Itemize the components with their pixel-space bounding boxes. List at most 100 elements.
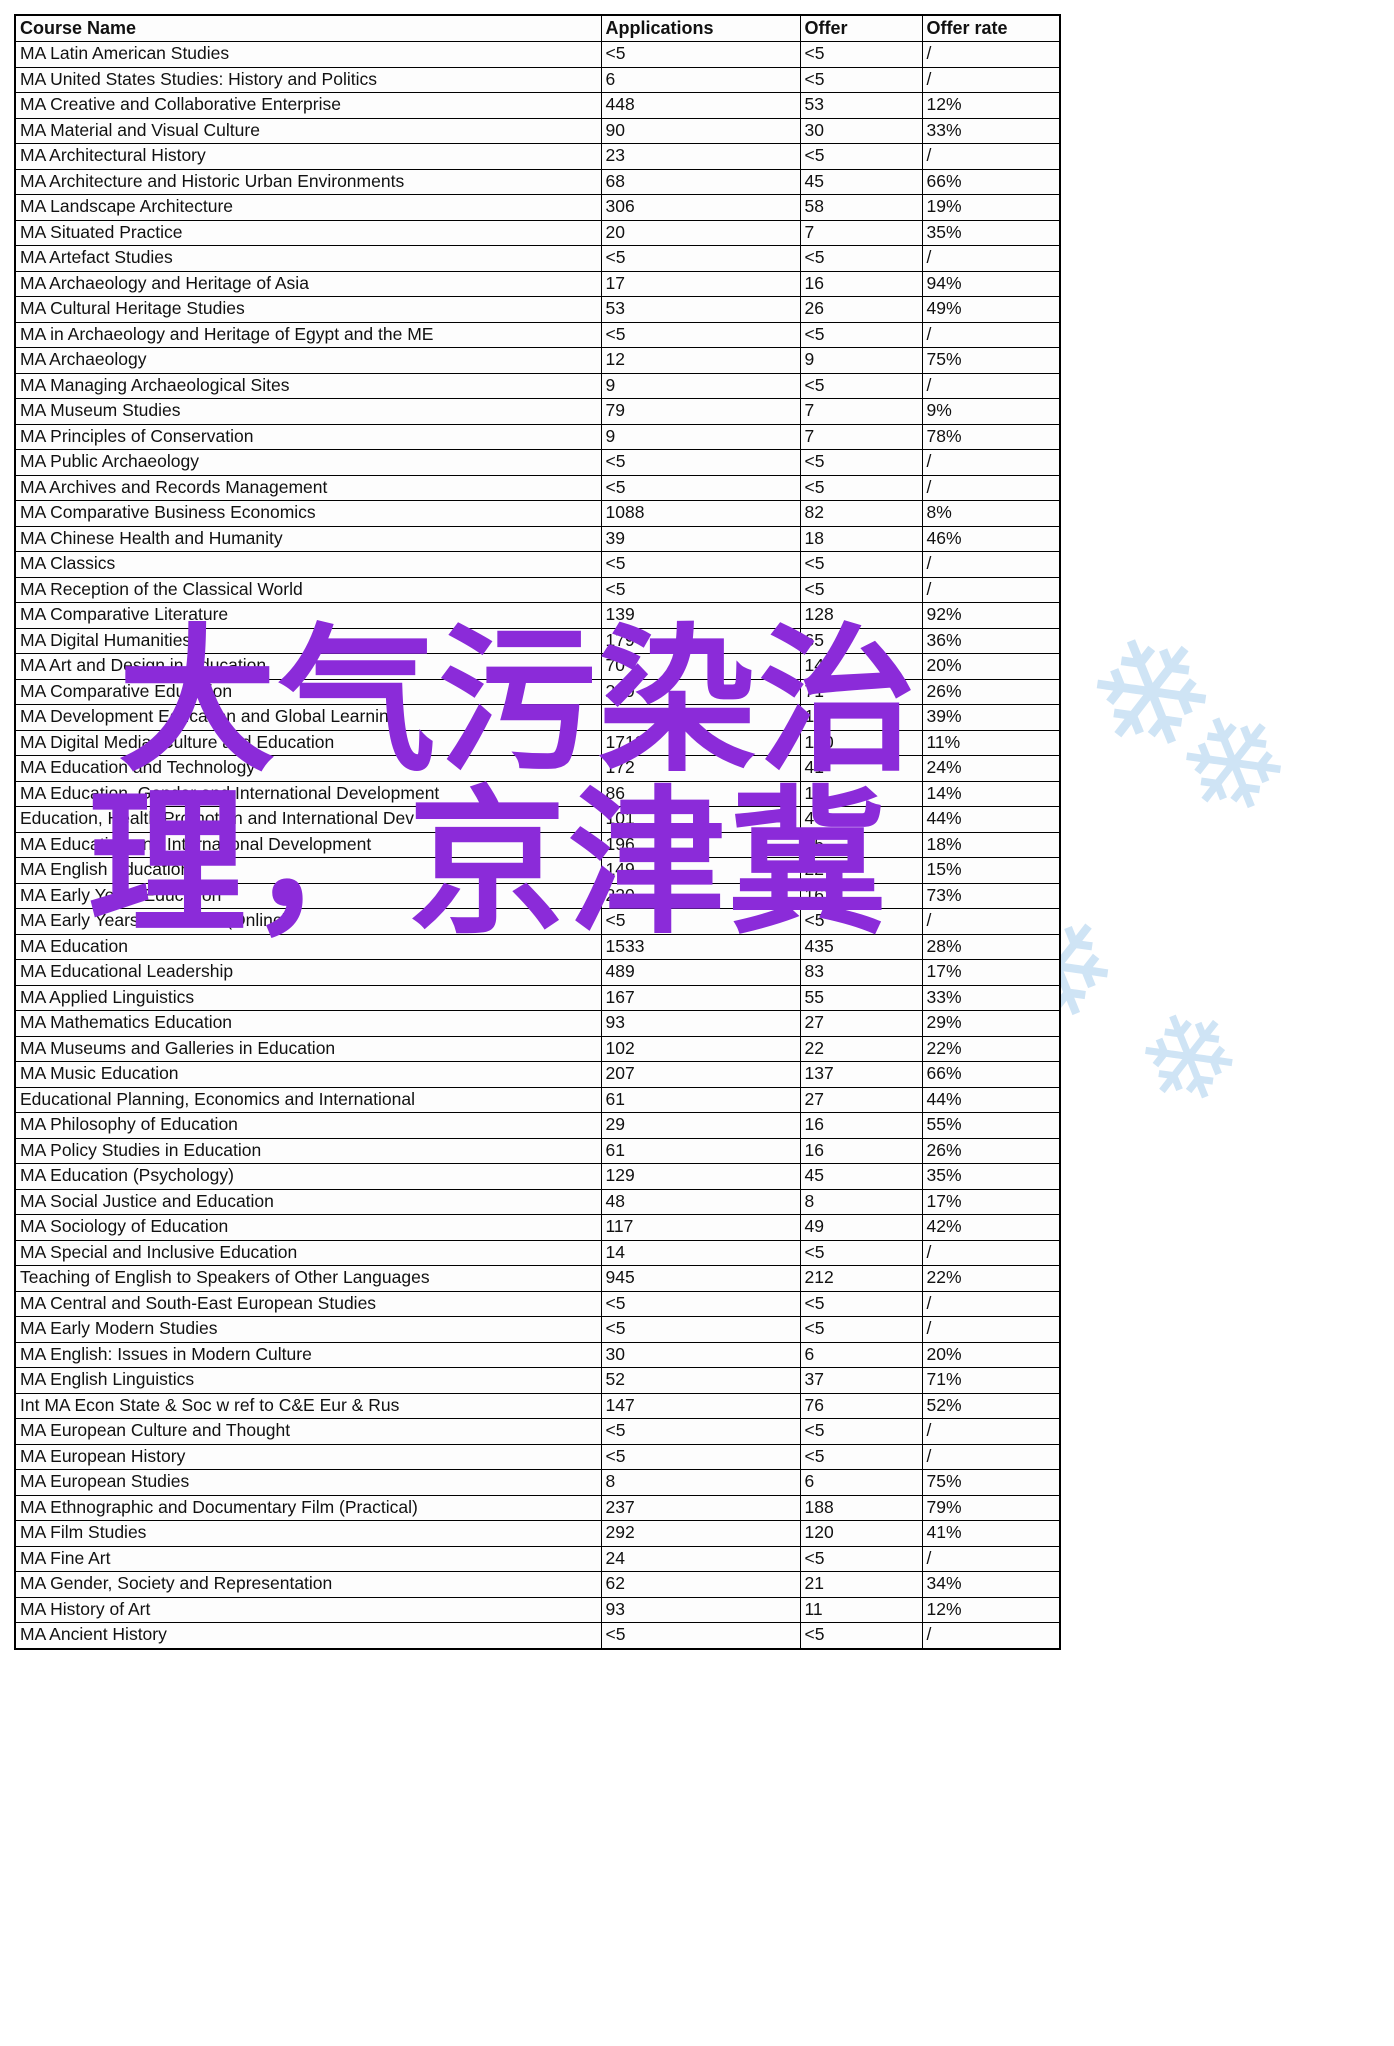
course-name-cell: MA Creative and Collaborative Enterprise — [14, 92, 602, 119]
applications-cell: 489 — [600, 959, 801, 986]
table-row: MA Special and Inclusive Education 14 <5/ — [14, 1239, 1061, 1266]
table-body: MA Latin American Studies <5 <5/MA United … — [14, 41, 1061, 1650]
table-row: MA Comparative Literature 139 128 92% — [14, 602, 1061, 629]
offer-rate-cell: 36% — [921, 627, 1061, 654]
table-row: MA History of Art 93 11 12% — [14, 1596, 1061, 1623]
table-row: MA English Linguistics 52 37 71% — [14, 1367, 1061, 1394]
table-row: MA Chinese Health and Humanity 39 18 46% — [14, 525, 1061, 552]
course-name-cell: MA Chinese Health and Humanity — [14, 525, 602, 552]
table-row: MA Reception of the Classical World <5 <5/ — [14, 576, 1061, 603]
offer-rate-cell: 78% — [921, 423, 1061, 450]
offer-cell: 35 — [799, 831, 923, 858]
applications-cell: 1712 — [600, 729, 801, 756]
course-name-cell: MA Architectural History — [14, 143, 602, 170]
offer-cell: <5 — [799, 1418, 923, 1445]
offer-rate-cell: / — [921, 1545, 1061, 1572]
column-header-applications: Applications — [600, 14, 801, 42]
offer-cell: 128 — [799, 602, 923, 629]
offer-rate-cell: / — [921, 143, 1061, 170]
course-name-cell: MA English Linguistics — [14, 1367, 602, 1394]
offer-cell: 161 — [799, 882, 923, 909]
course-name-cell: MA Early Years Education — [14, 882, 602, 909]
table-row: MA United States Studies: History and Po… — [14, 66, 1061, 93]
offer-rate-cell: / — [921, 576, 1061, 603]
applications-cell: 20 — [600, 219, 801, 246]
offer-cell: 37 — [799, 1367, 923, 1394]
offer-cell: <5 — [799, 1443, 923, 1470]
applications-cell: 62 — [600, 1571, 801, 1598]
course-name-cell: MA Gender, Society and Representation — [14, 1571, 602, 1598]
course-name-cell: MA Music Education — [14, 1061, 602, 1088]
applications-cell: 149 — [600, 857, 801, 884]
table-row: Education, Health Promotion and Internat… — [14, 806, 1061, 833]
offer-cell: <5 — [799, 321, 923, 348]
applications-cell: <5 — [600, 1418, 801, 1445]
course-name-cell: MA Education and Technology — [14, 755, 602, 782]
course-name-cell: MA Digital Humanities — [14, 627, 602, 654]
table-row: Int MA Econ State & Soc w ref to C&E Eur… — [14, 1392, 1061, 1419]
offer-cell: 9 — [799, 347, 923, 374]
table-row: MA Cultural Heritage Studies 53 26 49% — [14, 296, 1061, 323]
table-row: MA Education (Psychology) 129 45 35% — [14, 1163, 1061, 1190]
offer-rate-cell: 12% — [921, 1596, 1061, 1623]
offer-rate-cell: / — [921, 1290, 1061, 1317]
offer-rate-cell: 20% — [921, 653, 1061, 680]
applications-cell: 101 — [600, 806, 801, 833]
offer-cell: <5 — [799, 41, 923, 68]
table-row: MA Public Archaeology <5 <5/ — [14, 449, 1061, 476]
course-name-cell: MA Education — [14, 933, 602, 960]
offer-rate-cell: 39% — [921, 704, 1061, 731]
offer-cell: 53 — [799, 92, 923, 119]
table-row: MA Architectural History 23 <5/ — [14, 143, 1061, 170]
offer-cell: <5 — [799, 143, 923, 170]
table-row: MA Digital Media, Culture and Education 1… — [14, 729, 1061, 756]
table-row: MA Applied Linguistics 167 55 33% — [14, 984, 1061, 1011]
course-name-cell: MA Archives and Records Management — [14, 474, 602, 501]
offer-cell: 137 — [799, 1061, 923, 1088]
offer-rate-cell: / — [921, 551, 1061, 578]
offer-cell: 7 — [799, 423, 923, 450]
offer-rate-cell: / — [921, 1418, 1061, 1445]
table-row: MA Ancient History <5 <5/ — [14, 1622, 1061, 1650]
offer-cell: 58 — [799, 194, 923, 221]
table-row: MA Philosophy of Education 29 16 55% — [14, 1112, 1061, 1139]
applications-cell: <5 — [600, 245, 801, 272]
offer-cell: <5 — [799, 576, 923, 603]
course-name-cell: MA Policy Studies in Education — [14, 1137, 602, 1164]
offer-rate-cell: 26% — [921, 678, 1061, 705]
applications-cell: 9 — [600, 372, 801, 399]
document-page: ❄ ❄ ❄ ❄ ❄ ❄ ❄ ❄ ❄ ❄ Course Name Applicat… — [0, 0, 1394, 2046]
table-row: MA Central and South-East European Studi… — [14, 1290, 1061, 1317]
table-row: MA Social Justice and Education 48 8 17% — [14, 1188, 1061, 1215]
offer-cell: <5 — [799, 474, 923, 501]
offer-rate-cell: 42% — [921, 1214, 1061, 1241]
offer-cell: 30 — [799, 117, 923, 144]
course-name-cell: MA Educational Leadership — [14, 959, 602, 986]
course-name-cell: MA Early Modern Studies — [14, 1316, 602, 1343]
table-row: MA Music Education 207 137 66% — [14, 1061, 1061, 1088]
course-name-cell: MA Reception of the Classical World — [14, 576, 602, 603]
offer-rate-cell: / — [921, 1443, 1061, 1470]
offer-cell: <5 — [799, 245, 923, 272]
course-name-cell: MA Fine Art — [14, 1545, 602, 1572]
table-row: MA English Education 149 22 15% — [14, 857, 1061, 884]
table-row: MA Architecture and Historic Urban Envir… — [14, 168, 1061, 195]
offer-cell: <5 — [799, 551, 923, 578]
table-row: MA Archives and Records Management <5 <5/ — [14, 474, 1061, 501]
offer-cell: <5 — [799, 372, 923, 399]
course-name-cell: MA Latin American Studies — [14, 41, 602, 68]
offer-rate-cell: 22% — [921, 1035, 1061, 1062]
offer-cell: 49 — [799, 1214, 923, 1241]
table-row: MA Mathematics Education 93 27 29% — [14, 1010, 1061, 1037]
applications-cell: 12 — [600, 347, 801, 374]
offer-cell: 8 — [799, 1188, 923, 1215]
course-name-cell: MA Digital Media, Culture and Education — [14, 729, 602, 756]
offer-rate-cell: 20% — [921, 1341, 1061, 1368]
course-statistics-table-container: Course Name Applications Offer Offer rat… — [14, 14, 1061, 1650]
applications-cell: <5 — [600, 1622, 801, 1650]
applications-cell: <5 — [600, 474, 801, 501]
offer-cell: 41 — [799, 755, 923, 782]
applications-cell: 945 — [600, 1265, 801, 1292]
course-name-cell: MA Comparative Education — [14, 678, 602, 705]
applications-cell: <5 — [600, 1443, 801, 1470]
